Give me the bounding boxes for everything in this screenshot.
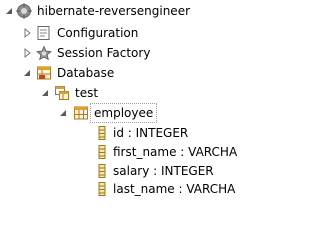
- tree-item-label: Session Factory: [57, 46, 151, 60]
- tree-item-label: Configuration: [57, 26, 139, 40]
- tree-item-label: employee: [89, 103, 158, 123]
- column-icon: [95, 143, 111, 161]
- hibernate-config-icon: [16, 2, 32, 20]
- tree-item-label: id : INTEGER: [113, 126, 189, 140]
- column-icon: [95, 180, 111, 198]
- column-icon: [95, 162, 111, 180]
- tree-item-label: Database: [57, 66, 115, 80]
- tree-item-label: first_name : VARCHA: [113, 145, 238, 159]
- expand-arrow-icon[interactable]: [22, 24, 32, 42]
- collapse-arrow-icon[interactable]: [4, 2, 14, 20]
- tree-item-label: salary : INTEGER: [113, 164, 214, 178]
- column-icon: [95, 124, 111, 142]
- table-icon: [73, 104, 89, 122]
- configuration-icon: [36, 24, 52, 42]
- collapse-arrow-icon[interactable]: [58, 104, 68, 122]
- expand-arrow-icon[interactable]: [22, 44, 32, 62]
- database-icon: [36, 64, 52, 82]
- tree-item-label: hibernate-reversengineer: [37, 4, 191, 18]
- tree-item-label: test: [75, 86, 99, 100]
- collapse-arrow-icon[interactable]: [22, 64, 32, 82]
- session-factory-icon: [36, 44, 52, 62]
- collapse-arrow-icon[interactable]: [40, 84, 50, 102]
- schema-icon: [54, 84, 70, 102]
- tree-item-label: last_name : VARCHA: [113, 182, 236, 196]
